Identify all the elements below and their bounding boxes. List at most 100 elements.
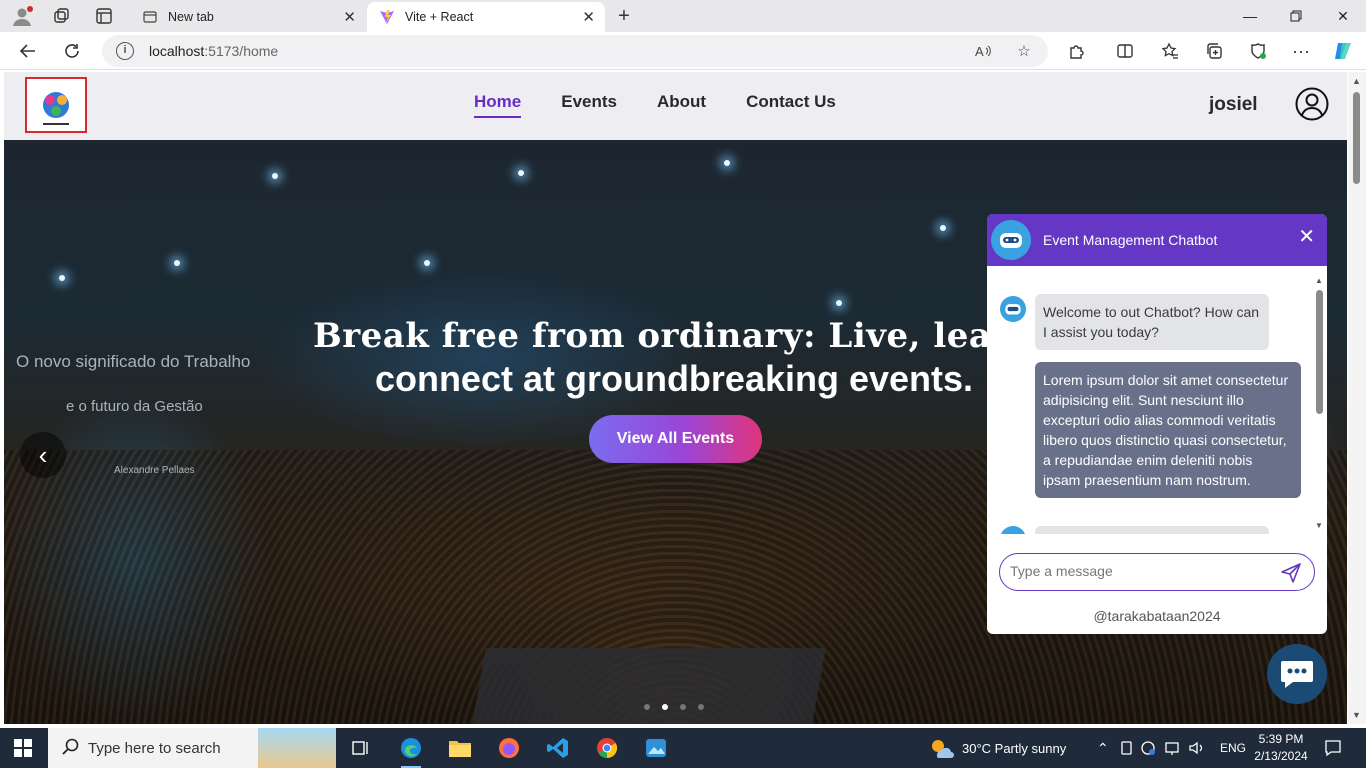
stage-light [518,170,524,176]
page-scroll-thumb[interactable] [1353,92,1360,184]
url-text[interactable]: localhost:5173/home [149,43,278,59]
bot-avatar-icon [1000,296,1026,322]
event-screen-text: O novo significado do Trabalho [16,352,251,371]
page-scrollbar[interactable]: ▲ ▼ [1348,72,1366,724]
tab-new-tab[interactable]: New tab ✕ [130,2,366,32]
tab-actions-icon[interactable] [92,4,116,28]
carousel-dot[interactable] [644,704,650,710]
refresh-icon[interactable] [60,39,84,63]
user-message: Lorem ipsum dolor sit amet consectetur a… [1035,362,1301,498]
tab-title: New tab [168,10,214,24]
clock-time: 5:39 PM [1258,732,1304,746]
stage-light [272,173,278,179]
close-tab-icon[interactable]: ✕ [343,8,356,26]
search-highlight-image [258,728,336,768]
partly-sunny-icon [932,740,954,758]
file-explorer-icon[interactable] [446,734,474,762]
browser-essentials-icon[interactable] [1246,39,1270,63]
notifications-icon[interactable] [1324,728,1342,768]
split-screen-icon[interactable] [1113,39,1137,63]
clock-date: 2/13/2024 [1254,749,1308,763]
windows-taskbar: Type here to search 30°C Partly sunny ⌃ … [0,728,1366,768]
nav-home[interactable]: Home [474,92,522,118]
system-tray-icons[interactable] [1120,728,1206,768]
carousel-dot[interactable] [698,704,704,710]
chat-toggle-button[interactable] [1267,644,1327,704]
favorites-icon[interactable] [1158,39,1182,63]
bot-message: Welcome to out Chatbot? How can I assist… [1035,294,1269,350]
event-screen-text: e o futuro da Gestão [66,398,203,415]
carousel-dot-active[interactable] [662,704,668,710]
firefox-icon[interactable] [495,734,523,762]
nav-contact-us[interactable]: Contact Us [746,92,836,118]
nav-events[interactable]: Events [561,92,617,118]
chat-scroll-thumb[interactable] [1316,290,1323,414]
favorite-star-icon[interactable]: ☆ [1014,41,1034,61]
main-nav: Home Events About Contact Us [474,92,836,118]
stage-light [59,275,65,281]
vscode-icon[interactable] [544,734,572,762]
browser-tab-bar: New tab ✕ Vite + React ✕ + — ✕ [0,0,1366,32]
user-account-icon[interactable] [1295,87,1329,121]
chat-messages[interactable]: Welcome to out Chatbot? How can I assist… [987,272,1327,534]
language-indicator[interactable]: ENG [1220,728,1246,768]
edge-taskbar-icon[interactable] [397,734,425,768]
stage-light [724,160,730,166]
chat-scrollbar[interactable]: ▲ ▼ [1315,276,1323,530]
taskbar-search-box[interactable]: Type here to search [48,728,336,768]
chatbot-header: Event Management Chatbot ✕ [987,214,1327,266]
scroll-up-icon[interactable]: ▲ [1352,76,1361,86]
tab-vite-react[interactable]: Vite + React ✕ [367,2,605,32]
profile-icon[interactable] [10,4,34,28]
username-label[interactable]: josiel [1209,94,1258,116]
new-tab-page-icon [142,9,158,25]
new-tab-plus-icon[interactable]: + [612,4,636,28]
photos-app-icon[interactable] [642,734,670,762]
scroll-down-icon[interactable]: ▼ [1315,521,1323,530]
taskbar-clock[interactable]: 5:39 PM 2/13/2024 [1252,731,1310,765]
browser-address-bar: i localhost:5173/home A ☆ ··· [0,32,1366,70]
site-header: Home Events About Contact Us josiel [4,72,1347,140]
site-info-icon[interactable]: i [116,42,134,60]
copilot-icon[interactable] [1331,39,1355,63]
chrome-icon[interactable] [593,734,621,762]
extensions-icon[interactable] [1065,39,1089,63]
site-logo[interactable] [25,77,87,133]
scroll-down-icon[interactable]: ▼ [1352,710,1361,720]
windows-start-icon[interactable] [14,739,32,757]
bot-avatar-icon [1000,526,1026,534]
chatbot-title: Event Management Chatbot [1043,232,1218,248]
url-host: localhost [149,43,205,59]
weather-text: 30°C Partly sunny [962,740,1067,756]
scroll-up-icon[interactable]: ▲ [1315,276,1323,285]
search-icon [62,738,79,755]
send-icon[interactable] [1280,562,1302,584]
chatbot-footer: @tarakabataan2024 [1093,608,1221,624]
task-view-icon[interactable] [347,734,375,762]
web-page: O novo significado do Trabalho e o futur… [4,72,1347,724]
more-options-icon[interactable]: ··· [1289,39,1313,63]
vite-logo-icon [379,9,395,25]
collections-icon[interactable] [1202,39,1226,63]
search-placeholder: Type here to search [88,740,221,757]
chat-message-field[interactable] [999,553,1315,591]
bot-avatar-icon [991,220,1031,260]
chat-bubble-icon [1281,661,1313,688]
minimize-icon[interactable]: — [1238,4,1262,28]
close-window-icon[interactable]: ✕ [1331,4,1355,28]
url-bar[interactable]: i localhost:5173/home A ☆ [102,35,1048,67]
workspaces-icon[interactable] [50,4,74,28]
nav-about[interactable]: About [657,92,706,118]
carousel-prev-button[interactable]: ‹ [20,432,66,478]
view-all-events-button[interactable]: View All Events [589,415,762,463]
close-tab-icon[interactable]: ✕ [582,8,595,26]
weather-widget[interactable]: 30°C Partly sunny [928,728,1066,768]
close-chat-icon[interactable]: ✕ [1298,224,1315,249]
svg-text:A: A [975,44,984,59]
back-arrow-icon[interactable] [16,39,40,63]
chat-message-input[interactable] [1010,563,1270,579]
show-hidden-icons[interactable]: ⌃ [1097,728,1109,768]
restore-icon[interactable] [1284,4,1308,28]
carousel-dot[interactable] [680,704,686,710]
read-aloud-icon[interactable]: A [974,41,994,61]
